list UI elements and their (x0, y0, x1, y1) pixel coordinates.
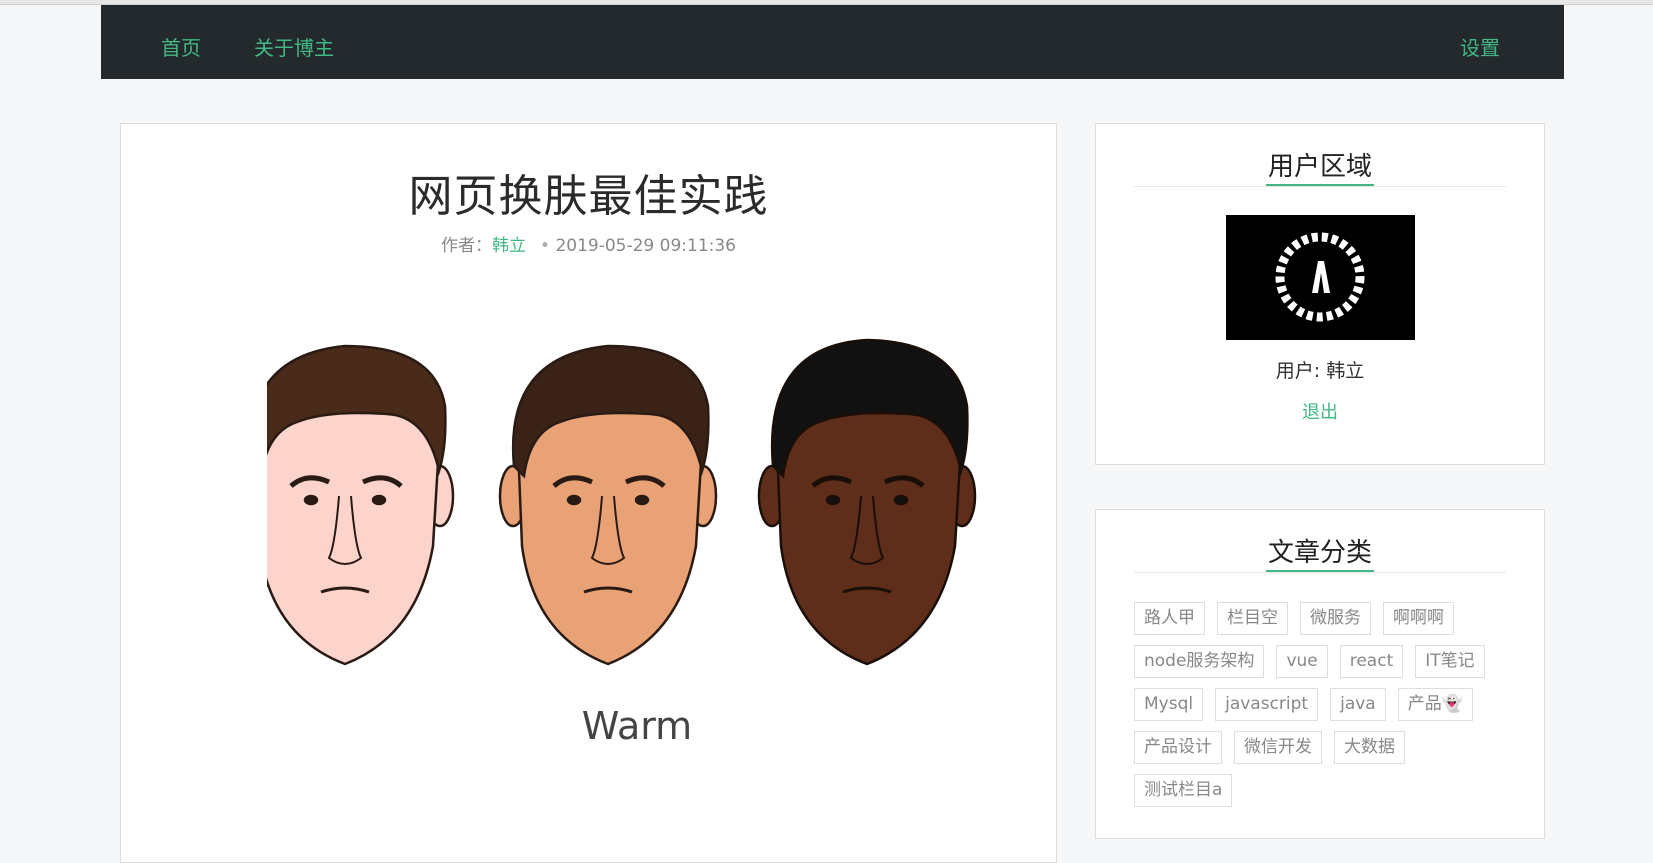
category-tag[interactable]: node服务架构 (1134, 645, 1265, 678)
categories-card: 文章分类 路人甲 栏目空 微服务 啊啊啊 node服务架构 vue react IT笔记 Mys… (1095, 509, 1545, 839)
category-tag[interactable]: Mysql (1134, 688, 1204, 721)
category-tag[interactable]: vue (1276, 645, 1328, 678)
publish-date: 2019-05-29 09:11:36 (555, 236, 736, 256)
category-tag[interactable]: java (1330, 688, 1386, 721)
image-caption: Warm (582, 704, 692, 748)
categories-header: 文章分类 (1134, 532, 1506, 573)
avatar[interactable] (1226, 215, 1415, 340)
nav-home[interactable]: 首页 (161, 32, 201, 61)
article-image: Warm (267, 336, 1007, 766)
article-meta: 作者：韩立 • 2019-05-29 09:11:36 (121, 231, 1056, 256)
nav-about[interactable]: 关于博主 (254, 32, 334, 61)
meta-separator: • (540, 236, 551, 256)
article-title: 网页换肤最佳实践 (408, 171, 769, 222)
category-tag[interactable]: 微信开发 (1234, 731, 1322, 764)
category-tag[interactable]: javascript (1215, 688, 1319, 721)
logout-link[interactable]: 退出 (1096, 398, 1544, 424)
category-tag[interactable]: 产品设计 (1134, 731, 1222, 764)
category-tag[interactable]: react (1339, 645, 1404, 678)
author-link[interactable]: 韩立 (492, 236, 526, 256)
category-tag[interactable]: 测试栏目a (1134, 774, 1233, 807)
category-tag[interactable]: 栏目空 (1217, 602, 1288, 635)
category-tag[interactable]: 啊啊啊 (1383, 602, 1454, 635)
author-prefix: 作者： (441, 236, 492, 256)
category-tag-list: 路人甲 栏目空 微服务 啊啊啊 node服务架构 vue react IT笔记 Mysql jav… (1134, 602, 1504, 817)
article-card: 网页换肤最佳实践 作者：韩立 • 2019-05-29 09:11:36 War… (120, 123, 1057, 863)
category-tag[interactable]: 大数据 (1334, 731, 1405, 764)
top-navbar: 首页 关于博主 设置 (101, 5, 1564, 79)
user-area-card: 用户区域 用户: 韩立 退出 (1095, 123, 1545, 465)
user-area-title: 用户区域 (1265, 146, 1374, 186)
nav-settings[interactable]: 设置 (1460, 32, 1500, 61)
categories-title: 文章分类 (1265, 532, 1374, 572)
user-area-header: 用户区域 (1134, 146, 1506, 187)
category-tag[interactable]: 路人甲 (1134, 602, 1205, 635)
username-label: 用户: 韩立 (1275, 360, 1365, 382)
category-tag[interactable]: IT笔记 (1415, 645, 1485, 678)
category-tag[interactable]: 产品👻 (1397, 688, 1473, 721)
category-tag[interactable]: 微服务 (1300, 602, 1371, 635)
